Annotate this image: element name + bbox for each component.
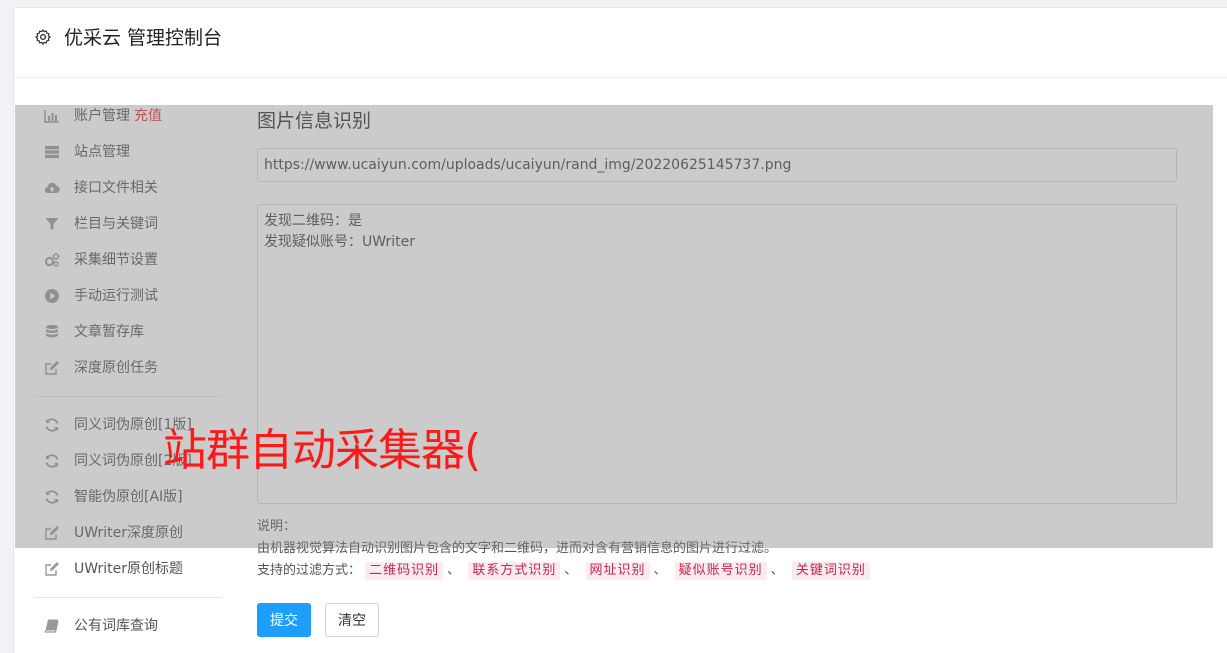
sidebar-item-label: 栏目与关键词 [74,216,158,232]
sidebar-item-label: 公有词库查询 [74,618,158,634]
sidebar-item-public-dictionary[interactable]: 公有词库查询 [14,612,224,640]
sidebar-item-label: 深度原创任务 [74,360,158,376]
server-icon [45,146,59,159]
sidebar-item-label: 接口文件相关 [74,180,158,196]
filter-separator: 、 [770,563,784,578]
filter-tag-keyword: 关键词识别 [791,562,870,580]
sidebar-item-article-storage[interactable]: 文章暂存库 [14,318,224,346]
bar-chart-icon [44,110,59,123]
sidebar-item-account[interactable]: 账户管理 充值 [14,102,224,130]
sidebar-item-ai-rewrite[interactable]: 智能伪原创[AI版] [14,483,224,511]
description-label: 说明： [257,519,297,534]
main-panel: 优采云 管理控制台 账户管理 充值 站点管理 接口文件相关 栏目与关键词 采集细… [13,7,1227,653]
sidebar-item-label: 账户管理 充值 [74,108,162,124]
play-circle-icon [45,289,59,303]
clear-button[interactable]: 清空 [325,603,379,637]
filter-tag-suspicious-account: 疑似账号识别 [674,562,767,580]
sidebar-item-collect-settings[interactable]: 采集细节设置 [14,246,224,274]
sidebar-item-label: 采集细节设置 [74,252,158,268]
filter-tag-url: 网址识别 [585,562,650,580]
filter-methods-label: 支持的过滤方式： [257,563,362,578]
refresh-icon [45,490,59,504]
sidebar-item-manual-test[interactable]: 手动运行测试 [14,282,224,310]
database-icon [46,325,58,338]
sidebar-divider [34,597,222,598]
filter-separator: 、 [564,563,578,578]
filter-separator: 、 [447,563,461,578]
sidebar-item-sites[interactable]: 站点管理 [14,138,224,166]
sidebar-item-interface-files[interactable]: 接口文件相关 [14,174,224,202]
submit-button[interactable]: 提交 [257,603,311,637]
page-title: 优采云 管理控制台 [64,27,223,49]
edit-icon [45,361,59,375]
sidebar-item-uwriter-deep[interactable]: UWriter深度原创 [14,519,224,547]
watermark-text: 站群自动采集器( [163,425,481,476]
filter-tag-contact: 联系方式识别 [468,562,561,580]
sidebar-item-label: UWriter深度原创 [74,525,183,541]
sidebar-item-uwriter-title[interactable]: UWriter原创标题 [14,555,224,583]
page-header: 优采云 管理控制台 [14,8,1227,78]
sidebar-item-columns-keywords[interactable]: 栏目与关键词 [14,210,224,238]
gear-icon [35,29,51,45]
gears-icon [44,253,60,267]
sidebar-item-label: 手动运行测试 [74,288,158,304]
book-icon [44,619,59,633]
edit-icon [45,562,59,576]
image-url-input[interactable] [257,148,1177,182]
description-text: 由机器视觉算法自动识别图片包含的文字和二维码，进而对含有营销信息的图片进行过滤。 [257,541,778,556]
sidebar-item-label: 文章暂存库 [74,324,144,340]
sidebar-item-deep-original-tasks[interactable]: 深度原创任务 [14,354,224,382]
section-title: 图片信息识别 [257,110,372,132]
edit-icon [45,526,59,540]
sidebar-item-label: 站点管理 [74,144,130,160]
refresh-icon [45,418,59,432]
filter-methods: 支持的过滤方式： 二维码识别、 联系方式识别、 网址识别、 疑似账号识别、 关键… [257,562,870,580]
sidebar-divider [34,396,222,397]
sidebar-item-label: UWriter原创标题 [74,561,183,577]
filter-separator: 、 [653,563,667,578]
recharge-link[interactable]: 充值 [134,108,162,124]
description: 说明： 由机器视觉算法自动识别图片包含的文字和二维码，进而对含有营销信息的图片进… [257,516,1177,560]
filter-icon [45,218,59,230]
sidebar-item-label: 智能伪原创[AI版] [74,489,183,505]
cloud-upload-icon [44,182,60,194]
refresh-icon [45,454,59,468]
filter-tag-qrcode: 二维码识别 [365,562,444,580]
